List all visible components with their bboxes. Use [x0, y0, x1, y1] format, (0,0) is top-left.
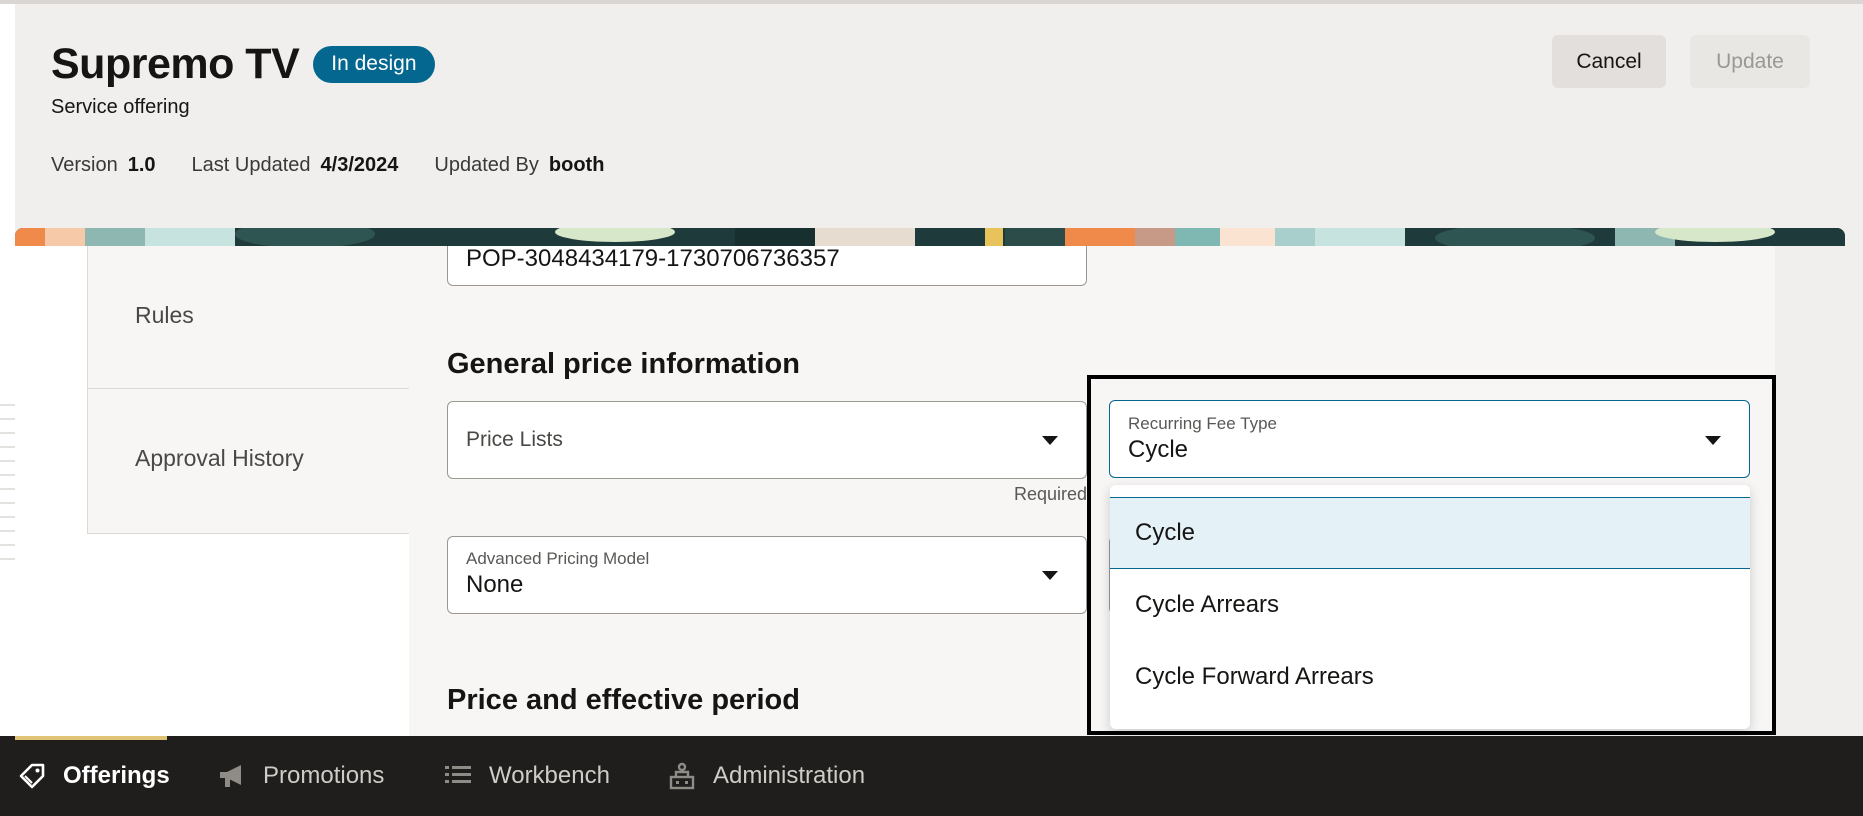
- last-updated-label: Last Updated: [191, 154, 311, 176]
- recurring-fee-type-value: Cycle: [1128, 436, 1189, 463]
- recurring-fee-type-dropdown: Cycle Cycle Arrears Cycle Forward Arrear…: [1110, 485, 1750, 729]
- decorative-banner: [15, 228, 1845, 246]
- general-price-heading: General price information: [447, 348, 800, 380]
- tab-administration[interactable]: Administration: [667, 736, 865, 816]
- banner-pattern: [15, 228, 1845, 246]
- page-header: Supremo TV In design Service offering Ve…: [15, 4, 1863, 228]
- tag-icon: [17, 761, 47, 791]
- version-label: Version: [51, 154, 118, 176]
- title-row: Supremo TV In design: [51, 40, 435, 89]
- updated-by-meta: Updated By booth: [434, 154, 604, 177]
- chevron-down-icon: [1042, 571, 1058, 580]
- chevron-down-icon[interactable]: [1705, 436, 1721, 445]
- list-icon: [443, 761, 473, 791]
- megaphone-icon: [217, 761, 247, 791]
- price-lists-select[interactable]: Price Lists: [447, 401, 1087, 479]
- price-lists-placeholder: Price Lists: [466, 428, 563, 451]
- update-button[interactable]: Update: [1690, 35, 1810, 88]
- advanced-pricing-model-value: None: [466, 571, 524, 598]
- price-effective-period-heading: Price and effective period: [447, 684, 800, 716]
- bottom-nav: Offerings Promotions Workbench Administr…: [0, 736, 1863, 816]
- recurring-fee-type-label: Recurring Fee Type: [1128, 414, 1277, 433]
- status-badge: In design: [313, 46, 435, 83]
- price-id-value: POP-3048434179-1730706736357: [466, 246, 840, 272]
- updated-by-value: booth: [548, 154, 605, 176]
- metadata-row: Version 1.0 Last Updated 4/3/2024 Updated …: [51, 154, 640, 177]
- last-updated-meta: Last Updated 4/3/2024: [192, 154, 399, 177]
- recurring-fee-type-select[interactable]: Recurring Fee Type Cycle: [1109, 400, 1750, 478]
- required-hint: Required: [1013, 484, 1087, 504]
- tab-promotions[interactable]: Promotions: [217, 736, 384, 816]
- tab-label: Workbench: [489, 762, 610, 789]
- dropdown-option-cycle[interactable]: Cycle: [1110, 497, 1750, 569]
- page-subtitle: Service offering: [51, 96, 190, 118]
- side-nav-item-approval-history[interactable]: Approval History: [88, 389, 410, 534]
- tab-label: Offerings: [63, 762, 170, 789]
- tab-workbench[interactable]: Workbench: [443, 736, 610, 816]
- page-title: Supremo TV: [51, 40, 300, 88]
- left-rail-texture: [0, 404, 15, 564]
- side-nav-item-rules[interactable]: Rules: [88, 246, 410, 389]
- version-meta: Version 1.0: [51, 154, 156, 177]
- price-id-field[interactable]: POP-3048434179-1730706736357: [447, 246, 1087, 286]
- dropdown-option-cycle-forward-arrears[interactable]: Cycle Forward Arrears: [1110, 641, 1750, 713]
- admin-icon: [667, 761, 697, 791]
- dropdown-option-cycle-arrears[interactable]: Cycle Arrears: [1110, 569, 1750, 641]
- advanced-pricing-model-select[interactable]: Advanced Pricing Model None: [447, 536, 1087, 614]
- tab-label: Administration: [713, 762, 866, 789]
- advanced-pricing-model-label: Advanced Pricing Model: [466, 549, 650, 568]
- chevron-down-icon: [1042, 436, 1058, 445]
- left-rail: [0, 4, 15, 736]
- last-updated-value: 4/3/2024: [320, 154, 399, 176]
- tab-offerings[interactable]: Offerings: [17, 736, 170, 816]
- tab-label: Promotions: [263, 762, 385, 789]
- cancel-button[interactable]: Cancel: [1552, 35, 1666, 88]
- side-nav: Rules Approval History: [87, 246, 410, 534]
- version-value: 1.0: [127, 154, 156, 176]
- updated-by-label: Updated By: [434, 154, 539, 176]
